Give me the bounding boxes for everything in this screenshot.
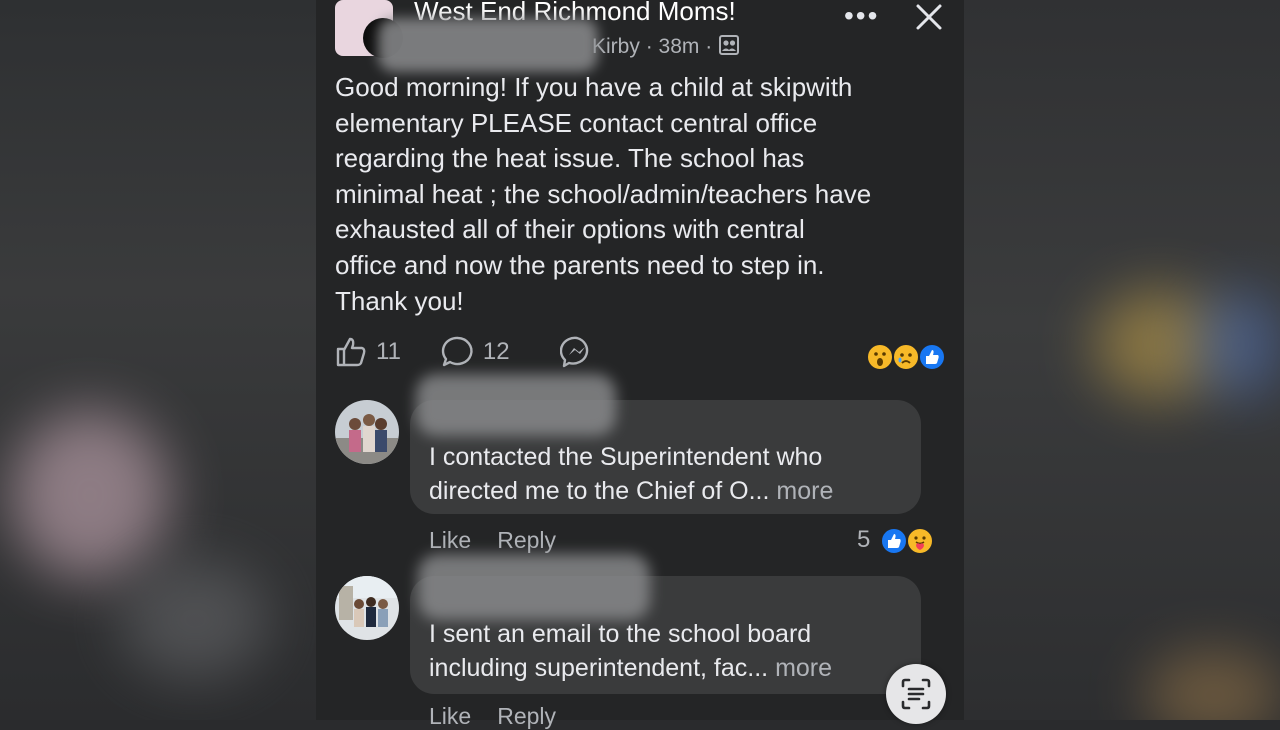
care-reaction-icon — [906, 527, 934, 555]
comment-like-button[interactable]: Like — [429, 703, 471, 729]
post-text-line: elementary PLEASE contact central office — [335, 107, 818, 138]
redacted-author-name — [378, 18, 598, 72]
author-name-fragment[interactable]: Kirby — [592, 35, 640, 58]
lens-icon — [901, 678, 931, 710]
avatar-photo — [335, 400, 399, 464]
post-reactions-summary[interactable] — [866, 343, 948, 373]
post-text-line: Good morning! If you have a child at ski… — [335, 72, 853, 102]
like-button[interactable]: 11 — [334, 335, 401, 369]
post-text-line: exhausted all of their options with cent… — [335, 214, 805, 245]
comment-icon — [441, 336, 473, 367]
post-meta: Kirby · 38m · — [592, 34, 740, 59]
comment-reply-button[interactable]: Reply — [497, 527, 556, 553]
comment-text-line: I contacted the Superintendent who — [429, 443, 823, 471]
blurred-background-right — [964, 0, 1280, 720]
comment-text: I sent an email to the school board incl… — [429, 617, 832, 685]
comment-like-button[interactable]: Like — [429, 527, 471, 553]
like-reaction-icon — [918, 343, 946, 371]
comment-count: 12 — [482, 338, 510, 365]
members-audience-icon — [719, 35, 740, 55]
post-text-line: office and now the parents need to step … — [335, 249, 825, 280]
more-options-icon[interactable]: ••• — [844, 0, 879, 32]
post-time[interactable]: 38m — [659, 35, 700, 58]
blurred-background-left — [0, 0, 316, 720]
comment-text-line: I sent an email to the school board — [429, 620, 812, 648]
commenter-avatar[interactable] — [335, 576, 399, 640]
post-text-line: minimal heat ; the school/admin/teachers… — [335, 178, 872, 209]
post-action-bar: 11 12 — [334, 334, 594, 370]
close-icon[interactable] — [912, 0, 946, 34]
commenter-avatar[interactable] — [335, 400, 399, 464]
comment-actions: Like Reply — [429, 703, 582, 730]
messenger-icon — [559, 336, 588, 368]
post-text-line: regarding the heat issue. The school has — [335, 143, 805, 174]
like-count: 11 — [376, 338, 401, 365]
see-more-link[interactable]: more — [775, 654, 832, 682]
comment-text: I contacted the Superintendent who direc… — [429, 440, 833, 508]
comment-reply-button[interactable]: Reply — [497, 703, 556, 729]
sad-reaction-icon — [892, 343, 920, 371]
redacted-commenter-name — [418, 554, 650, 620]
like-icon — [336, 337, 366, 367]
like-reaction-icon — [880, 527, 908, 555]
comment-button[interactable]: 12 — [441, 335, 510, 369]
see-more-link[interactable]: more — [776, 477, 833, 505]
comment-reaction-count[interactable]: 5 — [857, 526, 870, 554]
reaction-count: 5 — [857, 526, 871, 553]
comment-text-line: directed me to the Chief of O... — [429, 477, 770, 505]
send-button[interactable] — [559, 335, 594, 369]
comment-actions: Like Reply — [429, 527, 582, 554]
post-body: Good morning! If you have a child at ski… — [335, 70, 945, 319]
comment-text-line: including superintendent, fac... — [429, 654, 769, 682]
avatar-photo — [335, 576, 399, 640]
post-text-line: Thank you! — [335, 285, 464, 316]
visual-lookup-button[interactable] — [886, 664, 946, 724]
redacted-commenter-name — [416, 374, 616, 436]
wow-reaction-icon — [866, 343, 894, 371]
